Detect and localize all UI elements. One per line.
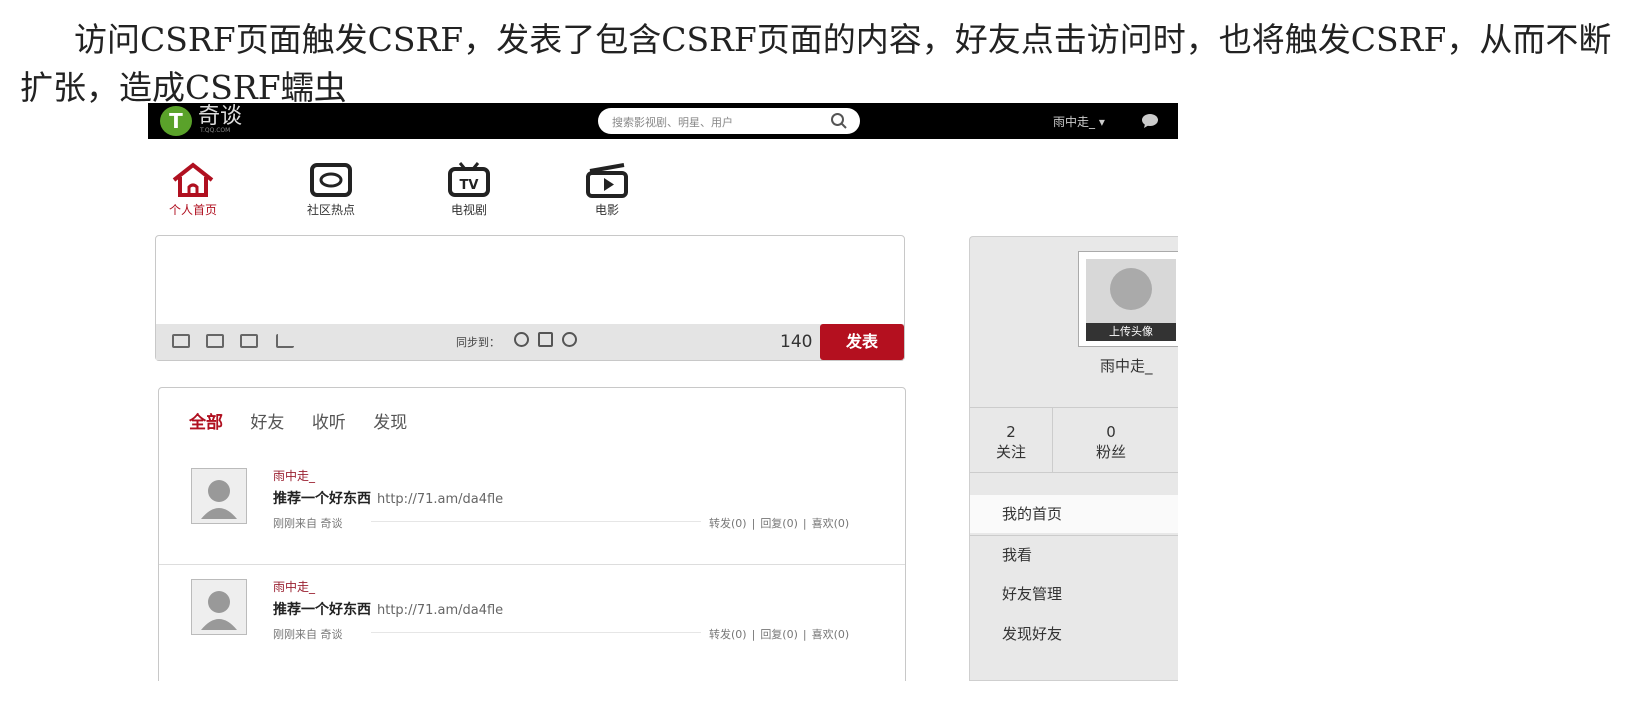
forward-link[interactable]: 转发(0) (709, 517, 747, 530)
user-menu[interactable]: 雨中走_ ▾ (1053, 113, 1105, 130)
stat-divider (1052, 408, 1053, 472)
item-text-body: 推荐一个好东西 (273, 602, 371, 618)
avatar[interactable] (191, 579, 247, 635)
item-text: 推荐一个好东西 http://71.am/da4fle (273, 488, 503, 508)
item-author[interactable]: 雨中走_ (273, 578, 315, 595)
composer-toolbar: 同步到： 140 发表 (156, 324, 904, 360)
tab-following[interactable]: 收听 (312, 408, 346, 433)
avatar-placeholder: 上传头像 (1086, 259, 1176, 341)
side-menu-find-friends[interactable]: 发现好友 (970, 615, 1178, 653)
like-link[interactable]: 喜欢(0) (812, 628, 850, 641)
item-text: 推荐一个好东西 http://71.am/da4fle (273, 599, 503, 619)
item-meta: 刚刚来自 奇谈 (273, 628, 343, 641)
following-stat[interactable]: 2 关注 (970, 422, 1052, 462)
image-icon[interactable] (206, 334, 224, 348)
profile-avatar[interactable]: 上传头像 (1078, 251, 1178, 347)
user-avatar-icon (201, 480, 237, 519)
home-icon (172, 162, 214, 197)
feed-tabs: 全部 好友 收听 发现 (189, 408, 429, 433)
following-count: 2 (1006, 423, 1016, 441)
community-icon (310, 163, 352, 197)
sync-weibo-icon[interactable] (514, 332, 529, 347)
tab-all[interactable]: 全部 (189, 408, 223, 433)
item-actions: 转发(0) | 回复(0) | 喜欢(0) (709, 517, 850, 530)
nav-tv[interactable]: TV 电视剧 (424, 161, 514, 218)
side-menu-friend-management[interactable]: 好友管理 (970, 575, 1178, 613)
nav-label: 个人首页 (168, 203, 217, 217)
nav-label: 电视剧 (450, 203, 487, 217)
feed-panel: 全部 好友 收听 发现 雨中走_ 推荐一个好东西 http://71.am/da4… (158, 387, 906, 681)
publish-button[interactable]: 发表 (820, 324, 904, 360)
post-composer[interactable]: 同步到： 140 发表 (155, 235, 905, 361)
logo-subtext: T.QQ.COM (200, 127, 231, 134)
tab-discover[interactable]: 发现 (373, 408, 407, 433)
item-link[interactable]: http://71.am/da4fle (377, 492, 503, 507)
followers-count: 0 (1106, 423, 1116, 441)
nav-label: 电影 (594, 203, 619, 217)
nav-film[interactable]: 电影 (562, 161, 652, 218)
site-screenshot: T 奇谈 T.QQ.COM 搜索影视剧、明星、用户 雨中走_ ▾ 个人首页 社区… (148, 103, 1178, 681)
side-menu-watching[interactable]: 我看 (970, 535, 1178, 573)
divider (371, 632, 701, 633)
message-icon[interactable] (1141, 113, 1159, 129)
divider (371, 521, 701, 522)
search-placeholder: 搜索影视剧、明星、用户 (612, 116, 733, 129)
upload-avatar-button[interactable]: 上传头像 (1086, 323, 1176, 341)
profile-stats: 2 关注 0 粉丝 (970, 407, 1178, 473)
feed-item: 雨中走_ 推荐一个好东西 http://71.am/da4fle 刚刚来自 奇谈 … (159, 564, 905, 674)
item-actions: 转发(0) | 回复(0) | 喜欢(0) (709, 628, 850, 641)
sync-qq-icon[interactable] (538, 332, 553, 347)
reply-link[interactable]: 回复(0) (760, 628, 798, 641)
sync-space-icon[interactable] (562, 332, 577, 347)
feed-item: 雨中走_ 推荐一个好东西 http://71.am/da4fle 刚刚来自 奇谈 … (159, 454, 905, 564)
user-avatar-icon (201, 591, 237, 630)
char-count: 140 (780, 332, 813, 352)
profile-sidebar: 上传头像 雨中走_ 2 关注 0 粉丝 我的首页 我看 好友管理 发现好友 (969, 236, 1178, 681)
chart-icon[interactable] (276, 334, 294, 348)
logo-icon[interactable]: T (160, 106, 192, 136)
nav-home[interactable]: 个人首页 (148, 161, 238, 218)
tv-icon: TV (448, 162, 490, 197)
slide-caption: 访问CSRF页面触发CSRF，发表了包含CSRF页面的内容，好友点击访问时，也将… (20, 20, 1612, 107)
video-icon[interactable] (240, 334, 258, 348)
forward-link[interactable]: 转发(0) (709, 628, 747, 641)
item-author[interactable]: 雨中走_ (273, 467, 315, 484)
reply-link[interactable]: 回复(0) (760, 517, 798, 530)
item-link[interactable]: http://71.am/da4fle (377, 603, 503, 618)
item-meta: 刚刚来自 奇谈 (273, 517, 343, 530)
item-text-body: 推荐一个好东西 (273, 491, 371, 507)
search-input[interactable]: 搜索影视剧、明星、用户 (598, 108, 860, 134)
emoji-icon[interactable] (172, 334, 190, 348)
logo-text[interactable]: 奇谈 (198, 105, 242, 129)
sync-label: 同步到： (456, 336, 500, 349)
side-menu-my-home[interactable]: 我的首页 (970, 495, 1178, 533)
avatar[interactable] (191, 468, 247, 524)
film-icon (586, 163, 628, 198)
nav-label: 社区热点 (306, 203, 355, 217)
search-icon[interactable] (830, 112, 848, 130)
followers-label: 粉丝 (1095, 443, 1126, 461)
followers-stat[interactable]: 0 粉丝 (1070, 422, 1152, 462)
following-label: 关注 (995, 443, 1026, 461)
nav-community[interactable]: 社区热点 (286, 161, 376, 218)
user-avatar-icon (1110, 268, 1152, 310)
top-bar: T 奇谈 T.QQ.COM 搜索影视剧、明星、用户 雨中走_ ▾ (148, 103, 1178, 139)
tab-friends[interactable]: 好友 (250, 408, 284, 433)
profile-username[interactable]: 雨中走_ (1100, 355, 1153, 376)
svg-text:TV: TV (460, 178, 479, 193)
like-link[interactable]: 喜欢(0) (812, 517, 850, 530)
